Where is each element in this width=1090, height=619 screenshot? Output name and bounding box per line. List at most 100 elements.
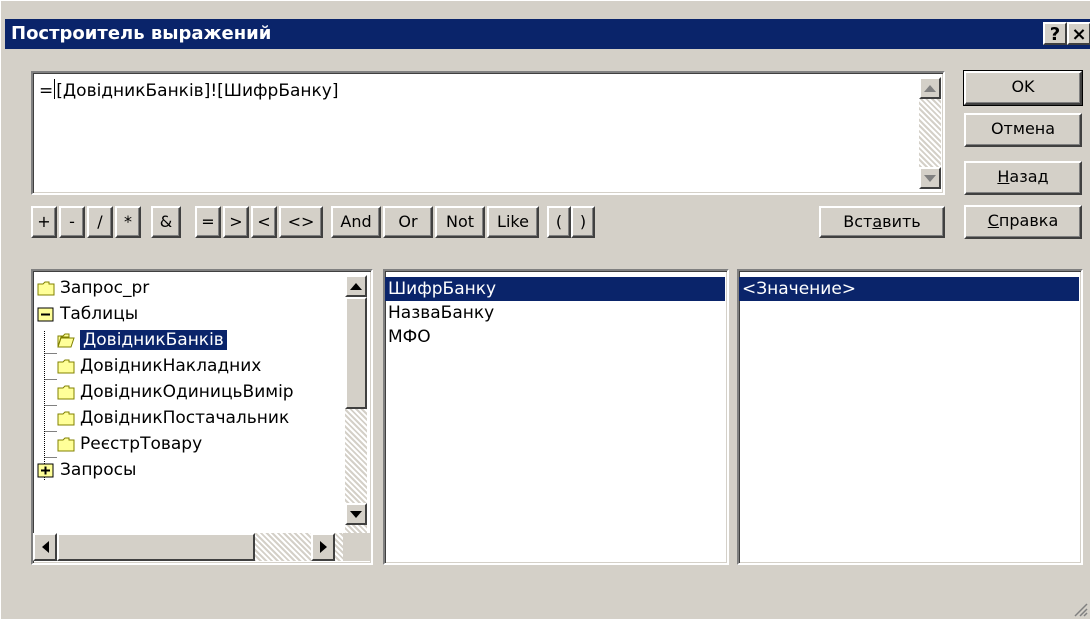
- tree-item[interactable]: Таблицы: [37, 301, 138, 327]
- operator-label: +: [37, 212, 51, 231]
- operator-notequal-button[interactable]: <>: [279, 206, 323, 238]
- operator-label: >: [229, 212, 243, 231]
- operator-label: Like: [497, 212, 529, 231]
- expression-text[interactable]: = [ДовідникБанків]![ШифрБанку]: [39, 79, 339, 101]
- list-item[interactable]: МФО: [385, 325, 431, 349]
- ok-button[interactable]: OK: [963, 70, 1083, 106]
- close-icon: ×: [1071, 24, 1087, 45]
- minus-box-icon: [37, 307, 54, 321]
- expression-scrollbar[interactable]: [919, 77, 941, 189]
- operator-concat-button[interactable]: &: [151, 206, 181, 238]
- list-item[interactable]: НазваБанку: [385, 301, 494, 325]
- tree-horizontal-scrollbar[interactable]: [33, 533, 343, 561]
- arrow-left-icon: [41, 541, 49, 553]
- operator-label: Or: [398, 212, 418, 231]
- operator-label: -: [69, 212, 75, 231]
- arrow-right-icon: [319, 541, 327, 553]
- title-bar[interactable]: Построитель выражений ? ×: [5, 19, 1090, 49]
- help-icon: ?: [1049, 24, 1061, 45]
- operator-greater-button[interactable]: >: [223, 206, 249, 238]
- arrow-up-icon: [924, 84, 936, 92]
- back-label-accel: Н: [997, 167, 1010, 186]
- arrow-down-icon: [924, 174, 936, 182]
- help-label-post: правка: [998, 211, 1059, 230]
- tree-item-label: Запросы: [60, 460, 137, 480]
- back-button[interactable]: Назад: [964, 161, 1082, 195]
- scroll-corner: [343, 533, 371, 561]
- operator-label: /: [97, 212, 103, 231]
- insert-label-accel: а: [872, 212, 883, 231]
- operator-close-paren-button[interactable]: ): [571, 206, 595, 238]
- operator-label: ): [579, 212, 587, 231]
- list-item-selected[interactable]: <Значение>: [739, 277, 1079, 301]
- expression-prefix: =: [39, 81, 54, 101]
- insert-button[interactable]: Вставить: [819, 206, 945, 238]
- tree-scroll-left-button[interactable]: [33, 533, 57, 561]
- open-folder-icon: [57, 333, 75, 347]
- tree-vertical-scrollbar[interactable]: [345, 275, 367, 535]
- cancel-label: Отмена: [990, 119, 1056, 138]
- help-label-accel: С: [987, 211, 999, 230]
- tree-item-label: РеєстрТовару: [80, 434, 203, 454]
- tree-item[interactable]: ДовідникПостачальник: [57, 405, 289, 431]
- operator-label: <: [257, 212, 271, 231]
- close-title-button[interactable]: ×: [1067, 22, 1090, 45]
- object-tree-panel[interactable]: Запрос_pr Таблицы ДовідникБанків Довідни…: [31, 269, 373, 565]
- arrow-down-icon: [350, 510, 362, 518]
- folder-icon: [57, 437, 75, 451]
- folder-icon: [57, 385, 75, 399]
- operator-plus-button[interactable]: +: [31, 206, 57, 238]
- operator-minus-button[interactable]: -: [59, 206, 85, 238]
- resize-grip-icon[interactable]: [1069, 598, 1089, 618]
- expression-builder-dialog: Построитель выражений ? × = [ДовідникБанк…: [0, 0, 1090, 619]
- tree-item-selected[interactable]: ДовідникБанків: [57, 327, 227, 353]
- help-title-button[interactable]: ?: [1043, 22, 1067, 45]
- operator-like-button[interactable]: Like: [487, 206, 539, 238]
- tree-item-label: ДовідникОдиницьВимір: [80, 382, 294, 402]
- folder-icon: [37, 281, 55, 295]
- tree-item[interactable]: ДовідникОдиницьВимір: [57, 379, 294, 405]
- insert-label-pre: Вст: [843, 212, 873, 231]
- arrow-up-icon: [350, 282, 362, 290]
- tree-item-label: ДовідникНакладних: [80, 356, 262, 376]
- help-button[interactable]: Справка: [964, 205, 1082, 239]
- expression-box[interactable]: = [ДовідникБанків]![ШифрБанку]: [31, 71, 945, 195]
- tree-scroll-right-button[interactable]: [311, 533, 335, 561]
- scroll-down-button[interactable]: [919, 167, 941, 189]
- operator-or-button[interactable]: Or: [383, 206, 433, 238]
- tree-scroll-thumb[interactable]: [345, 297, 367, 409]
- operator-label: *: [124, 212, 132, 231]
- cancel-button[interactable]: Отмена: [964, 113, 1082, 147]
- ok-label: OK: [1011, 77, 1035, 96]
- operator-label: (: [555, 212, 563, 231]
- tree-item[interactable]: Запросы: [37, 457, 136, 483]
- back-label-post: азад: [1009, 167, 1049, 186]
- tree-item[interactable]: ДовідникНакладних: [57, 353, 261, 379]
- tree-item-label: Таблицы: [60, 304, 139, 324]
- operator-divide-button[interactable]: /: [87, 206, 113, 238]
- tree-item-label: Запрос_pr: [60, 278, 150, 298]
- operator-not-button[interactable]: Not: [435, 206, 485, 238]
- values-list[interactable]: <Значение>: [737, 269, 1083, 565]
- tree-item[interactable]: Запрос_pr: [37, 275, 149, 301]
- operator-multiply-button[interactable]: *: [115, 206, 141, 238]
- list-item-selected[interactable]: ШифрБанку: [385, 277, 725, 301]
- operator-equals-button[interactable]: =: [195, 206, 221, 238]
- operator-label: =: [201, 212, 215, 231]
- plus-box-icon: [37, 463, 54, 477]
- operator-less-button[interactable]: <: [251, 206, 277, 238]
- insert-label-post: вить: [882, 212, 921, 231]
- scroll-up-button[interactable]: [919, 77, 941, 99]
- operator-open-paren-button[interactable]: (: [547, 206, 571, 238]
- tree-scroll-up-button[interactable]: [345, 275, 367, 297]
- tree-hscroll-thumb[interactable]: [57, 533, 255, 561]
- operator-label: And: [340, 212, 372, 231]
- folder-icon: [57, 359, 75, 373]
- folder-icon: [57, 411, 75, 425]
- operator-and-button[interactable]: And: [331, 206, 381, 238]
- fields-list[interactable]: ШифрБанку НазваБанку МФО: [383, 269, 729, 565]
- tree-item[interactable]: РеєстрТовару: [57, 431, 202, 457]
- tree-scroll-down-button[interactable]: [345, 503, 367, 525]
- operator-label: <>: [287, 212, 315, 231]
- operator-label: &: [159, 212, 173, 231]
